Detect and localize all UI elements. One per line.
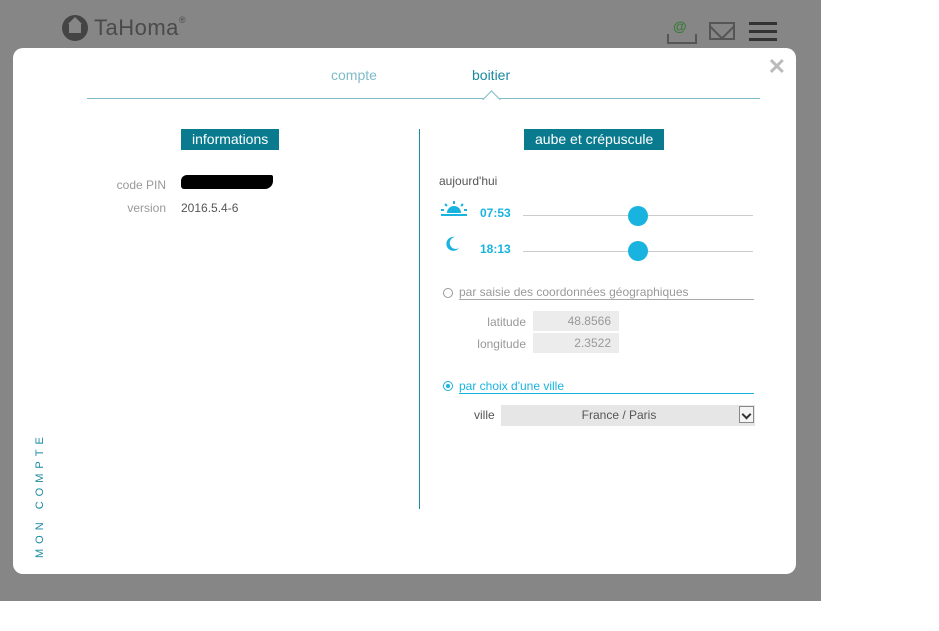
today-label: aujourd'hui [439,174,498,188]
informations-title: informations [181,129,280,150]
version-value: 2016.5.4-6 [181,201,239,215]
account-at-icon[interactable]: @ [665,18,697,44]
pin-label: code PIN [116,178,166,192]
coords-option-radio[interactable] [443,288,453,298]
sunset-time: 18:13 [480,242,511,256]
column-divider [419,129,420,509]
close-icon[interactable]: ✕ [768,54,786,80]
latitude-label: latitude [487,315,526,329]
registered-mark: ® [178,15,187,25]
header-actions: @ [665,18,777,44]
city-label: ville [474,408,495,422]
modal-tabs: compte boitier [87,48,760,109]
coords-option-underline [459,299,754,300]
sunrise-icon [441,201,467,216]
city-option-label[interactable]: par choix d'une ville [459,379,564,393]
latitude-input[interactable] [533,311,619,331]
tab-boitier[interactable]: boitier [472,67,510,83]
menu-icon[interactable] [749,21,777,41]
sunrise-slider-thumb[interactable] [628,206,648,226]
home-icon [62,15,88,41]
city-select[interactable]: France / Paris [501,405,755,426]
account-modal: ✕ compte boitier informations code PIN v… [13,48,796,574]
longitude-input[interactable] [533,333,619,353]
at-symbol: @ [673,18,687,34]
city-option-underline [459,393,754,394]
sunset-slider-thumb[interactable] [628,241,648,261]
longitude-label: longitude [477,337,526,351]
city-option-radio[interactable] [443,381,453,391]
pin-value-redacted [181,175,273,189]
tab-compte[interactable]: compte [331,67,377,83]
tabs-underline [87,98,760,99]
app-name: TaHoma® [94,15,187,40]
coords-option-label[interactable]: par saisie des coordonnées géographiques [459,285,689,299]
city-select-value: France / Paris [581,408,657,422]
moon-icon [446,236,459,251]
side-title: MON COMPTE [34,432,46,558]
app-logo: TaHoma® [62,14,186,42]
chevron-down-icon[interactable] [739,406,754,423]
version-label: version [127,201,166,215]
active-tab-caret [482,90,501,109]
sunrise-time: 07:53 [480,206,511,220]
mail-icon[interactable] [709,22,735,40]
aube-title: aube et crépuscule [524,129,665,150]
